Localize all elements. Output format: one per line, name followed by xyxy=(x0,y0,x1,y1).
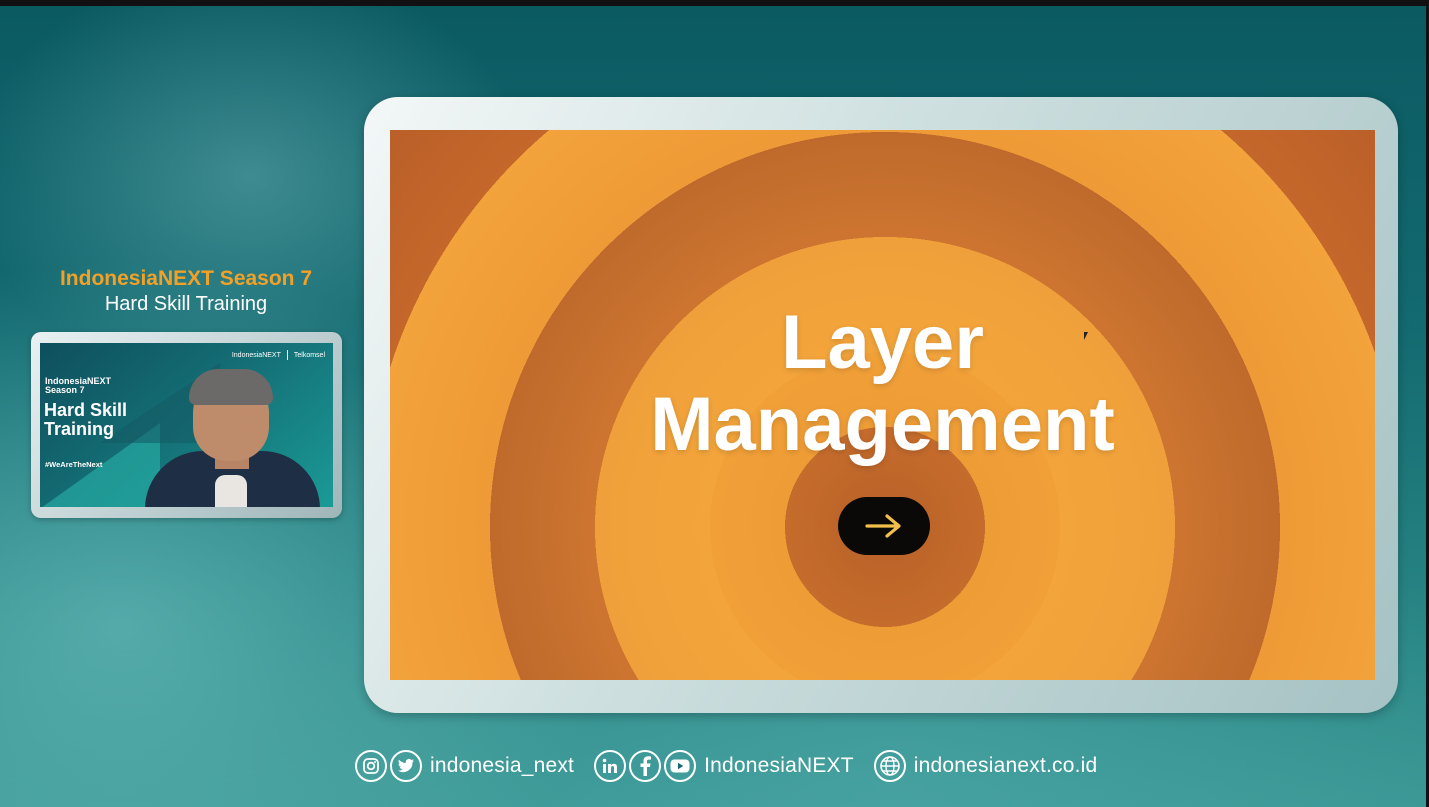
presentation-slide: Layer Management xyxy=(390,130,1375,680)
social-handle[interactable]: indonesia_next xyxy=(430,754,574,778)
telkomsel-logo: Telkomsel xyxy=(293,351,325,359)
speaker-camera-frame: IndonesiaNEXT Telkomsel IndonesiaNEXT Se… xyxy=(31,332,342,518)
social-footer: indonesia_next IndonesiaNEXT indonesiane… xyxy=(355,747,1117,785)
event-title-block: IndonesiaNEXT Season 7 Hard Skill Traini… xyxy=(30,266,342,316)
instagram-icon[interactable] xyxy=(355,750,387,782)
linkedin-icon[interactable] xyxy=(594,750,627,782)
speaker-video: IndonesiaNEXT Telkomsel IndonesiaNEXT Se… xyxy=(40,343,333,507)
social-name[interactable]: IndonesiaNEXT xyxy=(704,754,854,778)
next-button[interactable] xyxy=(838,497,930,555)
slide-title-line1: Layer xyxy=(781,300,984,385)
facebook-icon[interactable] xyxy=(629,750,662,782)
speaker-shirt xyxy=(215,475,247,507)
mouse-cursor-icon xyxy=(1084,332,1088,340)
slide-frame: Layer Management xyxy=(364,97,1398,713)
overlay-hashtag: #WeAreTheNext xyxy=(45,460,103,469)
event-subtitle: Hard Skill Training xyxy=(104,293,268,315)
indonesianext-logo: IndonesiaNEXT xyxy=(231,351,281,359)
event-name: IndonesiaNEXT Season 7 xyxy=(59,267,313,290)
twitter-icon[interactable] xyxy=(390,750,422,782)
sponsor-logos: IndonesiaNEXT Telkomsel xyxy=(232,350,325,360)
speaker-hair xyxy=(189,369,273,405)
overlay-title: Hard Skill Training xyxy=(44,400,128,439)
overlay-season-number: Season 7 xyxy=(45,385,85,395)
globe-icon[interactable] xyxy=(873,750,906,782)
arrow-right-icon xyxy=(865,514,901,538)
slide-title: Layer Management xyxy=(390,302,1375,466)
slide-title-line2: Management xyxy=(650,382,1115,467)
speaker-person xyxy=(145,369,320,507)
overlay-season: IndonesiaNEXT Season 7 xyxy=(45,377,111,395)
youtube-icon[interactable] xyxy=(664,750,697,782)
logo-divider xyxy=(286,350,288,360)
website-link[interactable]: indonesianext.co.id xyxy=(914,754,1098,778)
